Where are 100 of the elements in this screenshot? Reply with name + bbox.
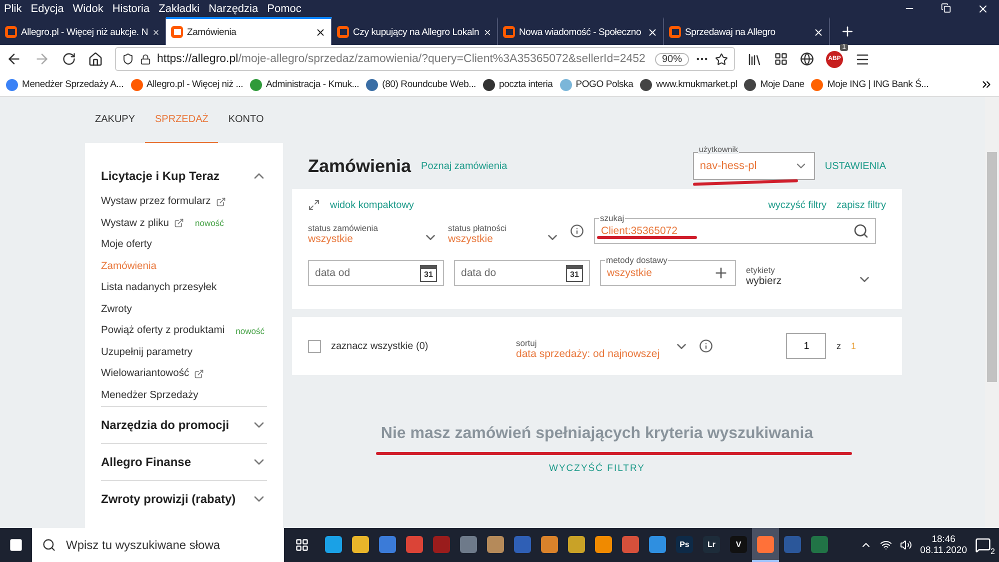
bookmark[interactable]: Administracja - Kmuk... xyxy=(250,78,360,90)
section-title[interactable]: Zwroty prowizji (rabaty) xyxy=(101,492,236,506)
calendar-icon[interactable]: 31 xyxy=(566,264,583,282)
shield-icon xyxy=(122,53,134,65)
site-icon xyxy=(171,26,183,38)
task-view-icon[interactable] xyxy=(295,538,309,552)
site-icon xyxy=(503,26,515,38)
page-title: Zamówienia xyxy=(308,156,412,176)
taskbar-app[interactable] xyxy=(752,528,779,562)
new-label: nowość xyxy=(236,326,264,336)
bookmark[interactable]: Moje ING | ING Bank Ś... xyxy=(811,78,929,90)
close-icon[interactable] xyxy=(813,26,824,38)
taskbar-app[interactable]: V xyxy=(725,528,752,562)
field-label: użytkownik xyxy=(698,145,739,154)
menu-item[interactable]: Zakładki xyxy=(158,2,200,14)
save-filters-link[interactable]: zapisz filtry xyxy=(836,200,886,210)
checkbox[interactable] xyxy=(308,340,321,352)
order-status-select[interactable]: status zamówienia wszystkie xyxy=(308,217,438,245)
bookmark[interactable]: Allegro.pl - Więcej niż ... xyxy=(130,78,244,90)
zoom-level[interactable]: 90% xyxy=(654,52,689,66)
sidebar-link[interactable]: Menedżer Sprzedaży xyxy=(101,390,198,401)
page-count: 1 xyxy=(850,341,856,351)
windows-icon[interactable] xyxy=(9,538,23,552)
lock-icon xyxy=(140,54,151,64)
bookmark[interactable]: www.kmukmarket.pl xyxy=(640,78,738,90)
menu-icon[interactable] xyxy=(855,52,870,66)
site-icon xyxy=(337,26,349,38)
sidebar-link[interactable]: Powiąż oferty z produktami xyxy=(101,325,225,336)
menu-item[interactable]: Edycja xyxy=(30,2,64,14)
menu-item[interactable]: Plik xyxy=(4,2,22,14)
bookmark-icon xyxy=(560,78,572,90)
clock[interactable]: 18:46 08.11.2020 xyxy=(920,534,967,556)
bookmark-icon xyxy=(6,78,18,90)
menu-item[interactable]: Narzędzia xyxy=(208,2,258,14)
page-field[interactable]: 1 xyxy=(786,333,826,359)
search-icon[interactable] xyxy=(853,223,869,239)
nav-tab[interactable]: ZAKUPY xyxy=(85,97,146,143)
bookmark-icon xyxy=(811,78,824,90)
sidebar-link[interactable]: Uzupełnij parametry xyxy=(101,346,193,358)
date-to-field[interactable]: data do 31 xyxy=(454,260,590,286)
globe-icon[interactable] xyxy=(800,52,814,66)
sidebar-link[interactable]: Moje oferty xyxy=(101,239,152,250)
section-title[interactable]: Licytacje i Kup Teraz xyxy=(101,169,220,183)
page-of-label: z xyxy=(836,341,841,351)
library-icon[interactable] xyxy=(747,52,762,66)
sidebar-link[interactable]: Lista nadanych przesyłek xyxy=(101,282,217,294)
back-icon[interactable] xyxy=(6,51,22,67)
volume-icon[interactable] xyxy=(900,539,912,551)
bookmark[interactable]: Menedżer Sprzedaży A... xyxy=(6,78,124,90)
menu-item[interactable]: Widok xyxy=(72,2,104,14)
bookmark[interactable]: (80) Roundcube Web... xyxy=(366,78,476,90)
payment-status-select[interactable]: status płatności wszystkie xyxy=(448,217,560,245)
new-tab-icon[interactable] xyxy=(840,24,855,38)
sidebar-link[interactable]: Wystaw z pliku xyxy=(101,218,169,229)
info-icon[interactable] xyxy=(570,224,584,238)
date-from-field[interactable]: data od 31 xyxy=(308,260,444,286)
sidebar-link[interactable]: Zwroty xyxy=(101,304,132,315)
tags-select[interactable]: etykiety wybierz xyxy=(746,259,872,287)
sidebar-link[interactable]: Wystaw przez formularz xyxy=(101,196,211,208)
taskbar-app[interactable]: Lr xyxy=(698,528,725,562)
compact-view-link[interactable]: widok kompaktowy xyxy=(330,200,414,210)
bookmark-icon xyxy=(744,78,756,90)
browser-tab[interactable]: Zamówienia xyxy=(166,17,332,45)
bookmark-icon xyxy=(250,78,262,90)
empty-message: Nie masz zamówień spełniających kryteria wyszukiwania xyxy=(380,425,814,443)
bookmark[interactable]: Moje Dane xyxy=(744,78,804,90)
bookmark[interactable]: poczta interia xyxy=(482,78,553,90)
sidebar-icon[interactable] xyxy=(774,52,788,66)
select-all-label: zaznacz wszystkie (0) xyxy=(331,340,430,352)
site-icon xyxy=(669,26,681,38)
plus-icon[interactable] xyxy=(713,265,729,281)
close-icon[interactable] xyxy=(647,26,658,38)
info-icon[interactable] xyxy=(699,339,713,353)
calendar-icon[interactable]: 31 xyxy=(420,264,437,282)
nav-tab[interactable]: KONTO xyxy=(218,97,274,143)
bookmark-icon xyxy=(640,78,652,90)
site-icon xyxy=(5,26,17,38)
star-icon[interactable] xyxy=(715,52,728,66)
bookmark-icon xyxy=(366,78,378,90)
menu-item[interactable]: Historia xyxy=(112,2,150,14)
reload-icon[interactable] xyxy=(62,52,76,66)
bookmark[interactable]: POGO Polska xyxy=(560,78,634,90)
taskbar-app[interactable]: Ps xyxy=(671,528,698,562)
section-title[interactable]: Allegro Finanse xyxy=(101,455,192,469)
taskbar-search[interactable]: Wpisz tu wyszukiwane słowa xyxy=(32,528,284,562)
section-title[interactable]: Narzędzia do promocji xyxy=(101,418,230,432)
sidebar-link[interactable]: Wielowariantowość xyxy=(101,368,190,380)
close-icon[interactable] xyxy=(315,26,326,38)
notifications-icon[interactable] xyxy=(975,537,991,553)
more-bookmarks-icon[interactable] xyxy=(980,78,993,91)
address-bar[interactable]: https://allegro.pl/moje-allegro/sprzedaz/zamowienia/?query=Client%3A35365072&sellerId=2452 90% xyxy=(115,47,735,71)
user-value: nav-hess-pl xyxy=(700,160,757,172)
bookmark-icon xyxy=(130,78,143,90)
restore-icon[interactable] xyxy=(941,2,951,12)
menu-item[interactable]: Pomoc xyxy=(267,2,302,14)
close-icon[interactable] xyxy=(977,2,989,14)
sort-select[interactable]: sortuj data sprzedaży: od najnowszej xyxy=(516,332,664,360)
home-icon[interactable] xyxy=(88,52,103,66)
clear-filters-link[interactable]: wyczyść filtry xyxy=(768,200,827,210)
scrollbar[interactable] xyxy=(985,97,999,528)
